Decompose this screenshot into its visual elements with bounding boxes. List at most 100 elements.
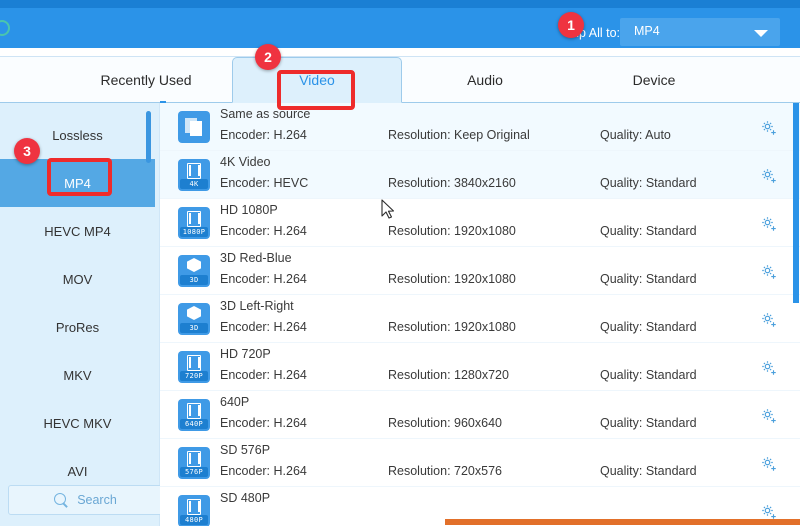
- format-chooser-window: Rip All to: MP4 Recently Used Video Audi…: [0, 0, 800, 526]
- preset-badge: 1080P: [180, 227, 208, 237]
- cube-icon: 3D: [178, 303, 210, 335]
- gear-plus-icon[interactable]: [760, 215, 778, 233]
- table-row[interactable]: 4K 4K Video Encoder: HEVC Resolution: 38…: [160, 151, 800, 199]
- sidebar-item-label: HEVC MP4: [44, 223, 111, 239]
- preset-encoder: Encoder: H.264: [220, 224, 307, 238]
- preset-name: 4K Video: [220, 155, 271, 169]
- preset-name: SD 480P: [220, 491, 271, 505]
- preset-encoder: Encoder: H.264: [220, 368, 307, 382]
- format-preset-list: Same as source Encoder: H.264 Resolution…: [160, 103, 800, 526]
- sidebar-item-label: MOV: [62, 271, 93, 287]
- film-icon: 576P: [178, 447, 210, 479]
- gear-plus-icon[interactable]: [760, 455, 778, 473]
- top-toolbar: Rip All to: MP4: [0, 8, 800, 48]
- table-row[interactable]: 576P SD 576P Encoder: H.264 Resolution: …: [160, 439, 800, 487]
- preset-badge: 3D: [180, 275, 208, 285]
- preset-resolution: Resolution: 1920x1080: [388, 272, 516, 286]
- preset-quality: Quality: Standard: [600, 368, 697, 382]
- film-icon: 480P: [178, 495, 210, 526]
- table-row[interactable]: 3D 3D Left-Right Encoder: H.264 Resoluti…: [160, 295, 800, 343]
- preset-quality: Quality: Standard: [600, 272, 697, 286]
- preset-resolution: Resolution: 1920x1080: [388, 320, 516, 334]
- sidebar-item-hevc-mp4[interactable]: HEVC MP4: [0, 207, 155, 255]
- preset-resolution: Resolution: Keep Original: [388, 128, 530, 142]
- sidebar-item-mkv[interactable]: MKV: [0, 351, 155, 399]
- tab-device[interactable]: Device: [568, 57, 740, 103]
- mouse-cursor-icon: [381, 199, 395, 219]
- film-icon: 720P: [178, 351, 210, 383]
- preset-name: 3D Red-Blue: [220, 251, 292, 265]
- preset-name: 640P: [220, 395, 250, 409]
- sidebar-item-label: Lossless: [52, 127, 103, 143]
- preset-encoder: Encoder: H.264: [220, 320, 307, 334]
- preset-badge: 4K: [180, 179, 208, 189]
- preset-quality: Quality: Standard: [600, 464, 697, 478]
- sidebar-item-label: AVI: [67, 463, 88, 479]
- preset-name: 3D Left-Right: [220, 299, 294, 313]
- preset-quality: Quality: Auto: [600, 128, 671, 142]
- preset-encoder: Encoder: H.264: [220, 464, 307, 478]
- sidebar-item-hevc-mkv[interactable]: HEVC MKV: [0, 399, 155, 447]
- gear-plus-icon[interactable]: [760, 119, 778, 137]
- preset-encoder: Encoder: H.264: [220, 272, 307, 286]
- annotation-box-video-tab: [277, 70, 355, 110]
- tab-recently-used[interactable]: Recently Used: [30, 57, 262, 103]
- table-row[interactable]: 3D 3D Red-Blue Encoder: H.264 Resolution…: [160, 247, 800, 295]
- preset-quality: Quality: Standard: [600, 320, 697, 334]
- annotation-badge-1: 1: [558, 12, 584, 38]
- gear-plus-icon[interactable]: [760, 311, 778, 329]
- preset-resolution: Resolution: 720x576: [388, 464, 502, 478]
- annotation-box-mp4-item: [47, 158, 112, 196]
- gear-plus-icon[interactable]: [760, 263, 778, 281]
- preset-badge: 480P: [180, 515, 208, 525]
- sidebar-item-label: HEVC MKV: [43, 415, 112, 431]
- sidebar-item-prores[interactable]: ProRes: [0, 303, 155, 351]
- preset-quality: Quality: Standard: [600, 176, 697, 190]
- preset-quality: Quality: Standard: [600, 224, 697, 238]
- rip-all-to-value: MP4: [634, 24, 660, 38]
- sidebar-scrollbar-track[interactable]: [146, 107, 155, 526]
- gear-plus-icon[interactable]: [760, 359, 778, 377]
- annotation-badge-2: 2: [255, 44, 281, 70]
- preset-encoder: Encoder: H.264: [220, 416, 307, 430]
- search-input[interactable]: Search: [8, 485, 163, 515]
- window-top-strip: [0, 0, 800, 8]
- preset-encoder: Encoder: HEVC: [220, 176, 309, 190]
- list-scrollbar-thumb[interactable]: [793, 103, 799, 303]
- sidebar-item-label: MKV: [63, 367, 92, 383]
- table-row[interactable]: 1080P HD 1080P Encoder: H.264 Resolution…: [160, 199, 800, 247]
- preset-resolution: Resolution: 3840x2160: [388, 176, 516, 190]
- annotation-badge-3: 3: [14, 138, 40, 164]
- format-panel: Recently Used Video Audio Device Lossles…: [0, 56, 800, 526]
- sidebar-scrollbar-thumb[interactable]: [146, 111, 151, 163]
- preset-name: HD 1080P: [220, 203, 278, 217]
- table-row[interactable]: 720P HD 720P Encoder: H.264 Resolution: …: [160, 343, 800, 391]
- preset-quality: Quality: Standard: [600, 416, 697, 430]
- film-icon: 1080P: [178, 207, 210, 239]
- search-placeholder: Search: [77, 493, 117, 507]
- preset-badge: 720P: [180, 371, 208, 381]
- search-icon: [54, 492, 69, 508]
- tab-label: Audio: [467, 72, 503, 88]
- gear-plus-icon[interactable]: [760, 167, 778, 185]
- format-tabbar: Recently Used Video Audio Device: [0, 57, 800, 105]
- cube-icon: 3D: [178, 255, 210, 287]
- sidebar-item-label: ProRes: [55, 319, 100, 335]
- tab-label: Recently Used: [100, 72, 192, 88]
- preset-badge: 576P: [180, 467, 208, 477]
- gear-plus-icon[interactable]: [760, 407, 778, 425]
- film-icon: 4K: [178, 159, 210, 191]
- rip-all-to-dropdown[interactable]: MP4: [620, 18, 780, 46]
- chevron-down-icon: [754, 30, 768, 37]
- app-logo-icon: [0, 20, 10, 36]
- preset-badge: 640P: [180, 419, 208, 429]
- tab-audio[interactable]: Audio: [402, 57, 568, 103]
- preset-resolution: Resolution: 960x640: [388, 416, 502, 430]
- table-row[interactable]: Same as source Encoder: H.264 Resolution…: [160, 103, 800, 151]
- preset-badge: 3D: [180, 323, 208, 333]
- sidebar-item-mov[interactable]: MOV: [0, 255, 155, 303]
- bottom-progress-bar: [445, 519, 800, 525]
- film-icon: 640P: [178, 399, 210, 431]
- table-row[interactable]: 640P 640P Encoder: H.264 Resolution: 960…: [160, 391, 800, 439]
- preset-encoder: Encoder: H.264: [220, 128, 307, 142]
